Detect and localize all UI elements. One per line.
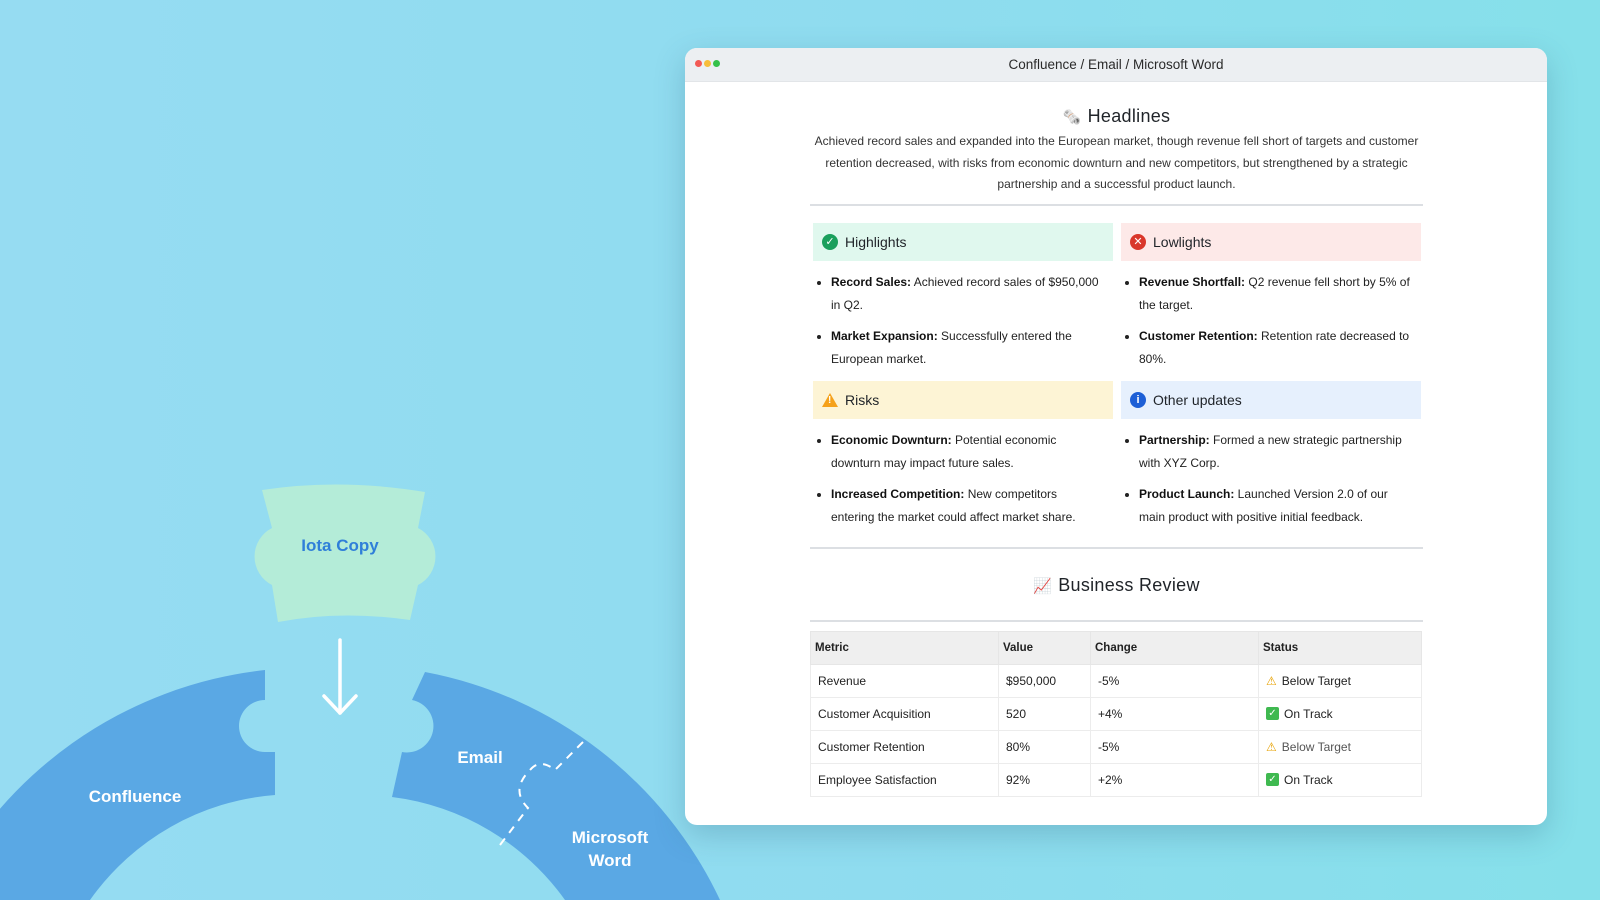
- item-label: Revenue Shortfall:: [1139, 274, 1246, 289]
- summary-cards: ✓ Highlights Record Sales: Achieved reco…: [810, 222, 1423, 539]
- change-cell: -5%: [1090, 663, 1259, 698]
- table-row: Customer Retention 80% -5% ⚠ Below Target: [810, 729, 1422, 764]
- divider: [810, 203, 1423, 206]
- lowlights-card: ✕ Lowlights Revenue Shortfall: Q2 revenu…: [1121, 222, 1421, 381]
- change-cell: +2%: [1090, 762, 1259, 797]
- list-item: Market Expansion: Successfully entered t…: [831, 325, 1113, 371]
- value-cell: 92%: [998, 762, 1091, 797]
- check-circle-icon: ✓: [822, 233, 838, 250]
- iota-copy-label: Iota Copy: [301, 536, 379, 555]
- minimize-window-button[interactable]: [704, 60, 711, 67]
- lowlights-header: ✕ Lowlights: [1121, 222, 1421, 261]
- newspaper-icon: 🗞️: [1062, 109, 1082, 126]
- warning-icon: ⚠: [1266, 673, 1277, 688]
- status-cell: ⚠ Below Target: [1258, 729, 1422, 764]
- check-icon: ✓: [1266, 773, 1279, 786]
- list-item: Increased Competition: New competitors e…: [831, 483, 1113, 529]
- risks-title: Risks: [845, 391, 880, 408]
- metric-cell: Employee Satisfaction: [810, 762, 999, 797]
- highlights-title: Highlights: [845, 233, 907, 250]
- item-label: Increased Competition:: [831, 486, 965, 501]
- column-header-metric: Metric: [810, 630, 999, 665]
- close-window-button[interactable]: [695, 60, 702, 67]
- list-item: Revenue Shortfall: Q2 revenue fell short…: [1139, 271, 1421, 317]
- other-updates-title: Other updates: [1153, 391, 1242, 408]
- maximize-window-button[interactable]: [713, 60, 720, 67]
- item-label: Market Expansion:: [831, 328, 938, 343]
- item-label: Customer Retention:: [1139, 328, 1258, 343]
- item-label: Partnership:: [1139, 432, 1210, 447]
- change-cell: +4%: [1090, 696, 1259, 731]
- column-header-change: Change: [1090, 630, 1259, 665]
- other-updates-card: i Other updates Partnership: Formed a ne…: [1121, 380, 1421, 539]
- value-cell: 520: [998, 696, 1091, 731]
- list-item: Partnership: Formed a new strategic part…: [1139, 429, 1421, 475]
- document-body: 🗞️ Headlines Achieved record sales and ex…: [810, 81, 1423, 797]
- metric-cell: Revenue: [810, 663, 999, 698]
- workflow-diagram-graphic: [0, 484, 720, 900]
- confluence-label: Confluence: [88, 787, 182, 806]
- document-window: Confluence / Email / Microsoft Word 🗞️ He…: [685, 48, 1547, 825]
- other-updates-header: i Other updates: [1121, 380, 1421, 419]
- integration-ring-right: [392, 672, 720, 900]
- business-review-table: Metric Value Change Status Revenue $950,…: [810, 630, 1422, 797]
- chart-increasing-icon: 📈: [1033, 577, 1053, 595]
- status-text: Below Target: [1281, 739, 1351, 754]
- item-label: Record Sales:: [831, 274, 912, 289]
- down-arrow-icon: [322, 638, 358, 715]
- table-row: Customer Acquisition 520 +4% ✓ On Track: [810, 696, 1422, 731]
- column-header-status: Status: [1258, 630, 1422, 665]
- x-circle-icon: ✕: [1130, 233, 1146, 250]
- status-text: On Track: [1284, 772, 1333, 787]
- table-header-row: Metric Value Change Status: [810, 630, 1422, 665]
- headlines-heading: 🗞️ Headlines: [810, 106, 1423, 127]
- list-item: Customer Retention: Retention rate decre…: [1139, 325, 1421, 371]
- headlines-title: Headlines: [1087, 106, 1171, 126]
- change-cell: -5%: [1090, 729, 1259, 764]
- metric-cell: Customer Retention: [810, 729, 999, 764]
- lowlights-title: Lowlights: [1153, 233, 1212, 250]
- list-item: Record Sales: Achieved record sales of $…: [831, 271, 1113, 317]
- table-row: Revenue $950,000 -5% ⚠ Below Target: [810, 663, 1422, 698]
- business-review-heading: 📈 Business Review: [810, 575, 1423, 596]
- headline-summary: Achieved record sales and expanded into …: [814, 134, 1419, 191]
- info-icon: i: [1130, 391, 1146, 408]
- workflow-diagram: Iota Copy Confluence Email Microsoft Wor…: [0, 0, 760, 900]
- window-titlebar[interactable]: Confluence / Email / Microsoft Word: [685, 48, 1547, 82]
- item-label: Product Launch:: [1139, 486, 1235, 501]
- metric-cell: Customer Acquisition: [810, 696, 999, 731]
- status-text: On Track: [1284, 706, 1333, 721]
- status-cell: ✓ On Track: [1258, 762, 1422, 797]
- list-item: Economic Downturn: Potential economic do…: [831, 429, 1113, 475]
- divider: [810, 546, 1423, 549]
- status-text: Below Target: [1281, 673, 1351, 688]
- highlights-card: ✓ Highlights Record Sales: Achieved reco…: [813, 222, 1113, 381]
- list-item: Product Launch: Launched Version 2.0 of …: [1139, 483, 1421, 529]
- business-review-title: Business Review: [1058, 574, 1200, 595]
- email-label: Email: [457, 748, 503, 767]
- table-row: Employee Satisfaction 92% +2% ✓ On Track: [810, 762, 1422, 797]
- item-label: Economic Downturn:: [831, 432, 952, 447]
- integration-ring: [0, 670, 275, 900]
- risks-header: ! Risks: [813, 380, 1113, 419]
- status-cell: ⚠ Below Target: [1258, 663, 1422, 698]
- risks-card: ! Risks Economic Downturn: Potential eco…: [813, 380, 1113, 539]
- column-header-value: Value: [998, 630, 1091, 665]
- microsoft-word-label: Microsoft Word: [571, 828, 649, 870]
- divider: [810, 619, 1423, 622]
- warning-icon: !: [822, 392, 838, 407]
- value-cell: $950,000: [998, 663, 1091, 698]
- warning-icon: ⚠: [1266, 739, 1277, 754]
- status-cell: ✓ On Track: [1258, 696, 1422, 731]
- value-cell: 80%: [998, 729, 1091, 764]
- highlights-header: ✓ Highlights: [813, 222, 1113, 261]
- window-title: Confluence / Email / Microsoft Word: [1008, 57, 1224, 72]
- check-icon: ✓: [1266, 707, 1279, 720]
